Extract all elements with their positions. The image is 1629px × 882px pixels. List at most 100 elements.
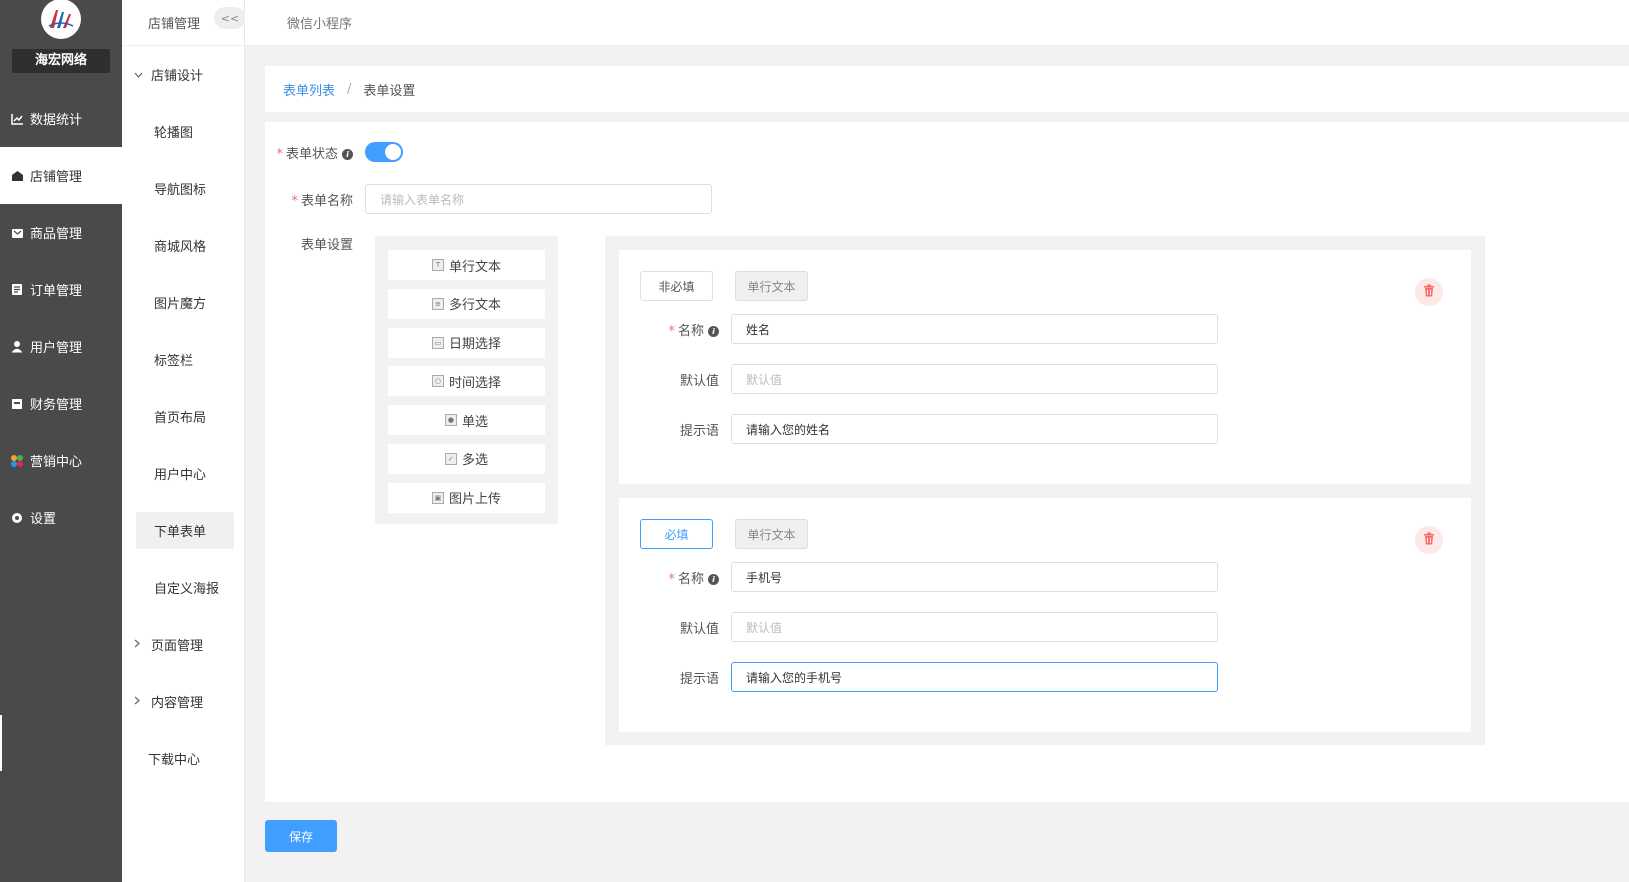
brand-name: 海宏网络 — [12, 49, 110, 73]
palette-item-label: 多行文本 — [448, 298, 501, 314]
finance-icon — [10, 397, 24, 411]
info-icon[interactable]: i — [708, 325, 719, 337]
user-icon — [10, 340, 24, 354]
field-default-input[interactable]: 默认值 — [731, 612, 1218, 642]
form-panel: * 表单状态 i * 表单名称 请输入表单名称 表单设置 T 单行文本 ≡ 多行文本 ▭ 日… — [265, 122, 1629, 802]
palette-item-date[interactable]: ▭ 日期选择 — [388, 327, 545, 358]
field-name-label: * 名称 i — [619, 568, 731, 587]
nav-item-users[interactable]: 用户管理 — [0, 318, 122, 375]
form-name-input[interactable]: 请输入表单名称 — [365, 184, 712, 214]
field-default-row: 默认值 默认值 — [619, 364, 1218, 394]
palette-item-label: 单行文本 — [448, 259, 501, 275]
sub-item-image-cube[interactable]: 图片魔方 — [122, 274, 244, 331]
field-hint-row: 提示语 请输入您的姓名 — [619, 414, 1218, 444]
nav-item-label: 数据统计 — [30, 113, 83, 128]
sub-item-home-layout[interactable]: 首页布局 — [122, 388, 244, 445]
main-sidebar: 海宏网络 数据统计 店铺管理 商品管理 订单管理 用户管理 财务管理 营销中心 … — [0, 0, 122, 882]
nav-item-label: 订单管理 — [30, 284, 83, 299]
nav-item-statistics[interactable]: 数据统计 — [0, 90, 122, 147]
palette-item-checkbox[interactable]: ✓ 多选 — [388, 443, 545, 474]
field-card: 非必填 单行文本 * 名称 i 姓名 默认值 默认值 提示语 请输入您的姓名 — [619, 250, 1471, 484]
trash-icon — [1423, 284, 1435, 301]
image-upload-icon: ▣ — [431, 491, 444, 504]
field-name-label-text: 名称 — [677, 323, 704, 339]
field-default-row: 默认值 默认值 — [619, 612, 1218, 642]
delete-field-button[interactable] — [1415, 526, 1443, 554]
nav-item-orders[interactable]: 订单管理 — [0, 261, 122, 318]
info-icon[interactable]: i — [708, 573, 719, 585]
required-mark: * — [668, 571, 675, 587]
nav-item-label: 商品管理 — [30, 227, 83, 242]
nav-item-label: 店铺管理 — [30, 170, 83, 185]
sub-item-poster[interactable]: 自定义海报 — [122, 559, 244, 616]
sub-item-user-center[interactable]: 用户中心 — [122, 445, 244, 502]
palette-item-label: 日期选择 — [448, 337, 501, 353]
status-toggle[interactable] — [365, 142, 403, 162]
palette-item-radio[interactable]: ● 单选 — [388, 405, 545, 436]
sub-item-style[interactable]: 商城风格 — [122, 217, 244, 274]
field-name-label-text: 名称 — [677, 571, 704, 587]
nav-item-marketing[interactable]: 营销中心 — [0, 432, 122, 489]
field-type-tag: 单行文本 — [735, 519, 808, 549]
settings-row: 表单设置 — [265, 234, 365, 253]
delete-field-button[interactable] — [1415, 278, 1443, 306]
store-icon — [10, 169, 24, 183]
field-hint-input[interactable]: 请输入您的姓名 — [731, 414, 1218, 444]
palette-item-image-upload[interactable]: ▣ 图片上传 — [388, 482, 545, 513]
required-toggle-button[interactable]: 必填 — [640, 519, 713, 549]
save-button[interactable]: 保存 — [265, 820, 337, 852]
sub-group-label: 店铺设计 — [151, 69, 204, 84]
settings-label: 表单设置 — [300, 238, 353, 253]
brand: 海宏网络 — [0, 0, 122, 78]
palette-item-label: 多选 — [461, 453, 488, 469]
field-hint-input[interactable]: 请输入您的手机号 — [731, 662, 1218, 692]
field-type-tag: 单行文本 — [735, 271, 808, 301]
field-type-palette: T 单行文本 ≡ 多行文本 ▭ 日期选择 ○ 时间选择 ● 单选 ✓ 多选 ▣ 图片上传 — [375, 236, 558, 524]
sub-sidebar: 店铺管理 << 店铺设计 轮播图 导航图标 商城风格 图片魔方 标签栏 首页布局… — [122, 0, 246, 882]
order-icon — [10, 283, 24, 297]
required-mark: * — [276, 146, 283, 162]
form-fields-area: 非必填 单行文本 * 名称 i 姓名 默认值 默认值 提示语 请输入您的姓名 必填 … — [605, 236, 1485, 745]
top-bar-tab[interactable]: 微信小程序 — [287, 13, 352, 32]
sub-item-banner[interactable]: 轮播图 — [122, 103, 244, 160]
nav-item-label: 设置 — [30, 512, 57, 527]
breadcrumb-current: 表单设置 — [363, 83, 416, 99]
field-name-row: * 名称 i 手机号 — [619, 562, 1218, 592]
palette-item-single-text[interactable]: T 单行文本 — [388, 250, 545, 280]
field-hint-label: 提示语 — [679, 423, 719, 439]
palette-item-multi-text[interactable]: ≡ 多行文本 — [388, 288, 545, 319]
sub-group-pages[interactable]: 页面管理 — [122, 616, 244, 673]
required-toggle-button[interactable]: 非必填 — [640, 271, 713, 301]
date-icon: ▭ — [431, 336, 444, 349]
top-bar: 微信小程序 — [245, 0, 1629, 46]
sub-group-content[interactable]: 内容管理 — [122, 673, 244, 730]
status-label: * 表单状态 i — [265, 143, 365, 162]
info-icon[interactable]: i — [342, 148, 353, 160]
chevron-down-icon — [134, 68, 146, 81]
nav-item-goods[interactable]: 商品管理 — [0, 204, 122, 261]
required-mark: * — [291, 193, 298, 209]
collapse-button[interactable]: << — [214, 7, 246, 29]
sub-item-download[interactable]: 下载中心 — [122, 730, 244, 787]
brand-logo[interactable] — [41, 0, 81, 39]
name-row: * 表单名称 请输入表单名称 — [265, 184, 712, 214]
sub-item-nav-icons[interactable]: 导航图标 — [122, 160, 244, 217]
field-default-label: 默认值 — [679, 373, 719, 389]
nav-item-label: 营销中心 — [30, 455, 83, 470]
palette-item-time[interactable]: ○ 时间选择 — [388, 366, 545, 397]
field-default-input[interactable]: 默认值 — [731, 364, 1218, 394]
goods-icon — [10, 226, 24, 240]
nav-item-store[interactable]: 店铺管理 — [0, 147, 122, 204]
name-label-text: 表单名称 — [300, 193, 353, 209]
field-name-row: * 名称 i 姓名 — [619, 314, 1218, 344]
sub-item-order-form[interactable]: 下单表单 — [136, 512, 234, 549]
field-name-input[interactable]: 手机号 — [731, 562, 1218, 592]
sub-item-tabbar[interactable]: 标签栏 — [122, 331, 244, 388]
field-default-label: 默认值 — [679, 621, 719, 637]
nav-item-settings[interactable]: 设置 — [0, 489, 122, 546]
nav-item-finance[interactable]: 财务管理 — [0, 375, 122, 432]
sub-group-design[interactable]: 店铺设计 — [122, 46, 244, 103]
field-hint-row: 提示语 请输入您的手机号 — [619, 662, 1218, 692]
field-name-input[interactable]: 姓名 — [731, 314, 1218, 344]
breadcrumb-link-form-list[interactable]: 表单列表 — [283, 80, 335, 99]
